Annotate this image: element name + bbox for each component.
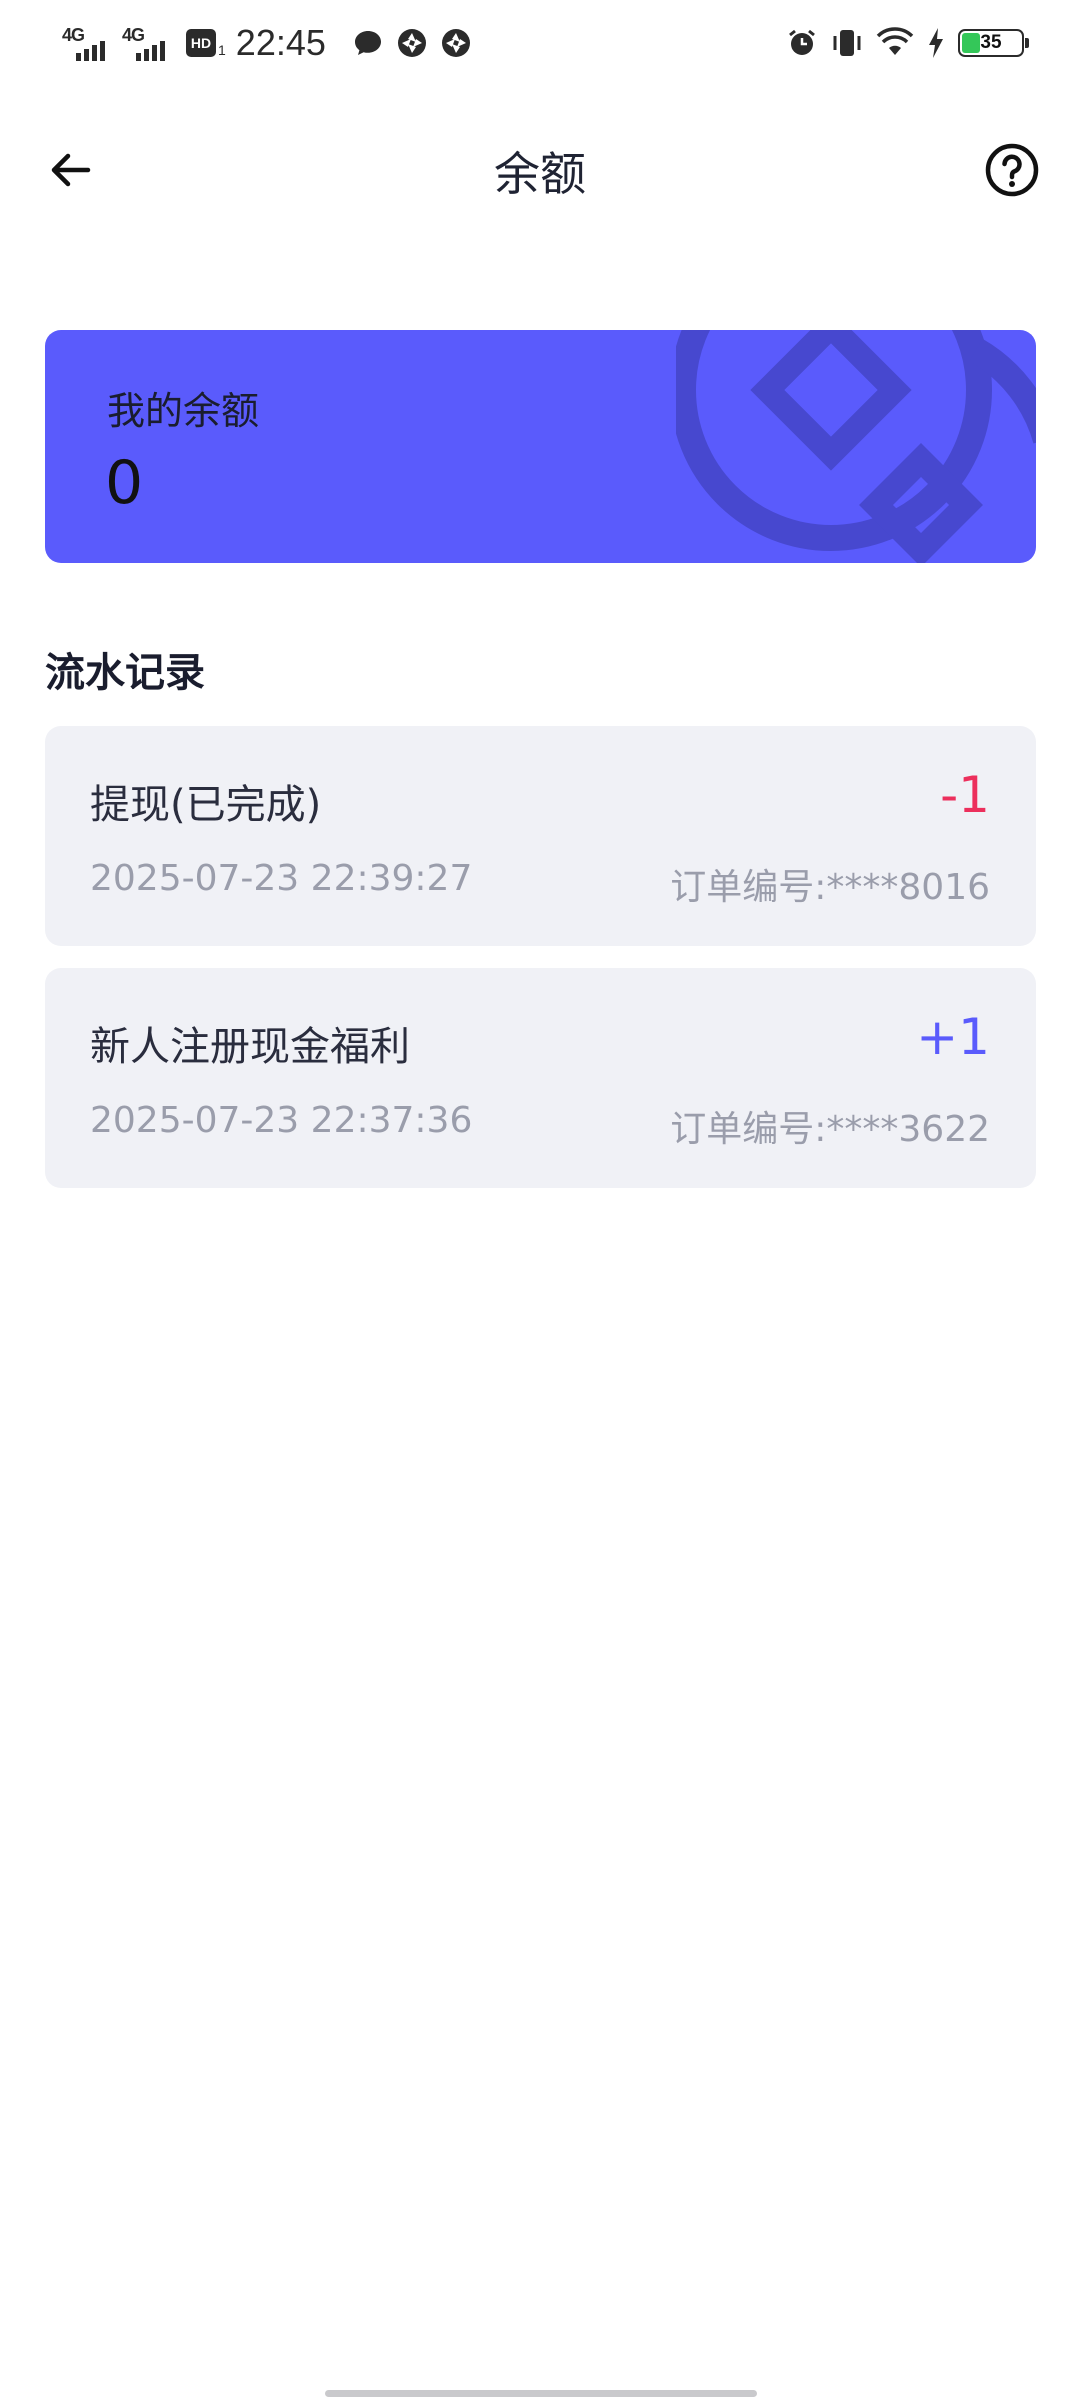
balance-page: 4G 4G HD 1 22:45 35 余额 我的余额 0 流水记录 提现(已完…: [0, 0, 1080, 2400]
record-amount: -1: [940, 766, 990, 824]
records-section-title: 流水记录: [45, 650, 205, 696]
record-title: 提现(已完成): [90, 782, 322, 828]
status-bar: 4G 4G HD 1 22:45 35: [0, 0, 1080, 86]
status-left: 4G 4G HD 1 22:45: [62, 20, 484, 66]
page-title: 余额: [494, 147, 586, 201]
charging-icon: [929, 28, 943, 58]
wifi-icon: [876, 27, 914, 55]
balance-card: 我的余额 0: [45, 330, 1036, 563]
chat-bubble-icon: [354, 31, 381, 55]
record-title: 新人注册现金福利: [90, 1024, 410, 1070]
question-circle-icon: [985, 143, 1039, 197]
alarm-icon: [789, 29, 815, 55]
signal-icon: 4G: [122, 23, 174, 63]
records-list: 提现(已完成) -1 2025-07-23 22:39:27 订单编号:****…: [45, 726, 1036, 1210]
record-time: 2025-07-23 22:39:27: [90, 858, 473, 899]
signal-icon: 4G: [62, 23, 114, 63]
balance-value: 0: [105, 448, 144, 518]
battery-icon: 35: [958, 29, 1029, 57]
aperture-icon: [397, 29, 426, 57]
record-item[interactable]: 新人注册现金福利 +1 2025-07-23 22:37:36 订单编号:***…: [45, 968, 1036, 1188]
aperture-icon: [441, 29, 470, 57]
help-button[interactable]: [976, 134, 1048, 206]
record-amount: +1: [916, 1008, 990, 1066]
status-time: 22:45: [235, 22, 326, 63]
record-time: 2025-07-23 22:37:36: [90, 1100, 473, 1141]
battery-level: 35: [980, 32, 1002, 53]
hd-sub-label: 1: [218, 42, 226, 58]
balance-label: 我的余额: [107, 389, 260, 433]
header: 余额: [0, 110, 1080, 230]
record-item[interactable]: 提现(已完成) -1 2025-07-23 22:39:27 订单编号:****…: [45, 726, 1036, 946]
coin-icon: [676, 330, 1036, 563]
status-right: 35: [786, 22, 1029, 64]
record-order-number: 订单编号:****8016: [670, 867, 990, 908]
record-order-number: 订单编号:****3622: [670, 1109, 990, 1150]
vibrate-icon: [833, 30, 861, 56]
hd-icon: HD: [186, 29, 216, 57]
home-indicator[interactable]: [325, 2390, 757, 2397]
